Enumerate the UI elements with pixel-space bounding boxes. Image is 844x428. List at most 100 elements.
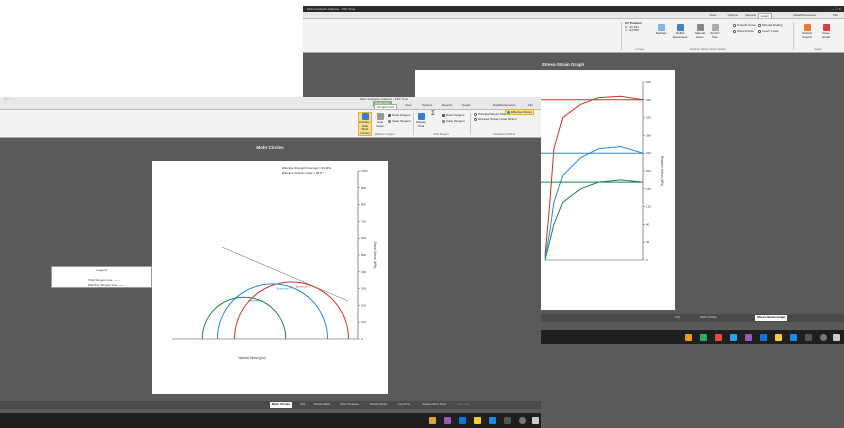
sheet-tab-mohr-circles[interactable]: Mohr Circles	[698, 315, 719, 321]
app-icon[interactable]	[700, 334, 707, 341]
y-tick-label: 80	[646, 222, 650, 226]
scroll-pan-button[interactable]: Scroll / Pan	[708, 24, 722, 39]
vs-icon[interactable]	[745, 334, 752, 341]
visible-specimens-button[interactable]: Visible Specimens	[671, 24, 689, 39]
sheared-stress-label: Sheared Stress (Axial Strain)	[478, 117, 517, 121]
tab-file[interactable]: File	[528, 103, 533, 107]
tab-options[interactable]: Options	[422, 103, 432, 107]
draw-tangent-total-label: Draw Tangent	[446, 113, 465, 117]
ribbon-separator	[413, 113, 414, 135]
default-graphs-button[interactable]: Default Graphs	[798, 24, 816, 39]
tab-reports[interactable]: Reports	[745, 13, 756, 17]
search-icon[interactable]	[820, 334, 827, 341]
tab-data-parameters[interactable]: Data/Parameters	[493, 103, 516, 107]
app-icon[interactable]	[429, 417, 436, 424]
tab-graph[interactable]: Graph	[462, 103, 470, 107]
sheet-tab-fq[interactable]: F/Q	[673, 315, 682, 321]
y-tick-label: 800	[361, 203, 366, 207]
y-tick-label: 120	[646, 205, 651, 209]
explorer-icon[interactable]	[775, 334, 782, 341]
close-graph-button[interactable]: Close Graph	[818, 24, 834, 39]
tab-data-parameters[interactable]: Data/Parameters	[793, 13, 816, 17]
checkbox-icon	[733, 29, 736, 33]
sheet-tab-square-root-time[interactable]: Square Root Time	[420, 402, 448, 408]
tab-view[interactable]: View	[710, 13, 716, 17]
sheet-tab-fq[interactable]: F/Q	[298, 402, 307, 408]
y-tick-label: 400	[646, 80, 651, 84]
explorer-icon[interactable]	[474, 417, 481, 424]
sheet-tab-mohr-circles[interactable]: Mohr Circles	[270, 402, 293, 408]
sheet-tab-summary[interactable]: Summary	[455, 402, 472, 408]
draw-tangent-total[interactable]: Draw Tangent	[442, 113, 464, 117]
manual-zoom-label: Manual Zoom	[695, 31, 705, 39]
vs-icon[interactable]	[444, 417, 451, 424]
sheared-stress-option[interactable]: Sheared Stress (Axial Strain)	[474, 117, 517, 121]
tangent-line-0	[221, 246, 349, 302]
zoom-icon	[696, 24, 704, 31]
clear-tangent-effective[interactable]: Clear Tangent	[388, 119, 411, 123]
windows-start-icon[interactable]	[833, 334, 840, 341]
mohr-chart-title: Mohr Circles	[256, 145, 284, 150]
visible-specimens-label: Visible Specimens	[672, 31, 688, 39]
principal-stress-table-option[interactable]: Principal Stress Table	[474, 112, 507, 116]
search-icon[interactable]	[519, 417, 526, 424]
taskbar	[0, 413, 541, 428]
close-graph-label: Close Graph	[821, 31, 831, 39]
show-points-check[interactable]: Show Points	[733, 29, 754, 33]
redraw-label: Redraw	[655, 31, 667, 35]
group-cursors-label: Cursors	[635, 48, 645, 51]
group-graph-label: Graph	[814, 48, 822, 51]
window-controls[interactable]: — ☐ ✕	[831, 7, 841, 11]
tab-file[interactable]: File	[833, 13, 838, 17]
default-graphs-label: Default Graphs	[802, 31, 812, 39]
draw-tangent-effective[interactable]: Draw Tangent	[388, 113, 410, 117]
tab-tangent-tool[interactable]: Tangent Tool	[374, 104, 397, 109]
app-icon[interactable]	[730, 334, 737, 341]
auto-draw-button[interactable]: Auto Draw	[374, 113, 386, 128]
eraser-icon	[442, 119, 445, 123]
tab-view[interactable]: View	[405, 103, 411, 107]
draw-tangent-label: Draw Tangent	[392, 113, 411, 117]
y-tick-label: 400	[361, 270, 366, 274]
sheet-tab-log-time[interactable]: Log Time	[396, 402, 412, 408]
tab-options[interactable]: Options	[728, 13, 738, 17]
task-view-icon[interactable]	[504, 417, 511, 424]
store-icon[interactable]	[760, 334, 767, 341]
sheet-tab-stress-strain[interactable]: Stress-Strain	[368, 402, 389, 408]
sheet-tab-pore-pressure[interactable]: Pore Pressure	[338, 402, 361, 408]
edge-icon[interactable]	[790, 334, 797, 341]
sheet-tab-stress-strain[interactable]: Stress-Strain Graph	[755, 315, 788, 321]
clear-tangent-total[interactable]: Clear Tangent	[442, 119, 465, 123]
mohr-circle-1	[216, 283, 329, 340]
app-icon[interactable]	[715, 334, 722, 341]
app-icon[interactable]	[685, 334, 692, 341]
y-tick-label: 0	[646, 258, 648, 262]
redraw-button[interactable]: Redraw	[653, 24, 669, 36]
checkbox-icon	[758, 23, 761, 27]
display-total-button[interactable]: Display Total	[416, 113, 426, 128]
manual-scaling-check[interactable]: Manual Scaling	[758, 23, 783, 27]
ribbon-tabs: File Data/Parameters Graph Reports Optio…	[303, 12, 844, 19]
manual-zoom-button[interactable]: Manual Zoom	[693, 24, 707, 39]
task-view-icon[interactable]	[805, 334, 812, 341]
tab-graph[interactable]: Graph	[757, 13, 772, 18]
invert-y-check[interactable]: Invert Y-Axis	[758, 29, 779, 33]
y-tick-label: 40	[646, 240, 650, 244]
window-title: Mohr-Coulomb-Criterion - PFC Time	[307, 7, 356, 11]
tab-reports[interactable]: Reports	[442, 103, 453, 107]
sigma-button[interactable]: Σ	[428, 111, 438, 117]
store-icon[interactable]	[459, 417, 466, 424]
effective-stress-label: Effective Stress	[511, 110, 532, 114]
y-tick-label: 320	[646, 116, 651, 120]
mohr-legend: Legend Total Tangent Line —•— Effective …	[51, 266, 152, 288]
sheet-tab-stress-ratio[interactable]: Stress Ratio	[312, 402, 332, 408]
window-controls[interactable]: ✕ ☐ —	[4, 97, 14, 101]
principal-stress-label: Principal Stress Table	[478, 112, 507, 116]
edge-icon[interactable]	[489, 417, 496, 424]
smooth-curve-check[interactable]: Smooth Curve	[733, 23, 756, 27]
windows-start-icon[interactable]	[532, 417, 539, 424]
clear-tangent-label: Clear Tangent	[392, 119, 411, 123]
effective-stress-option[interactable]: Effective Stress	[505, 109, 534, 115]
y-tick-label: 500	[361, 253, 366, 257]
stress-strain-chart-title: Stress-Strain Graph	[541, 62, 585, 67]
